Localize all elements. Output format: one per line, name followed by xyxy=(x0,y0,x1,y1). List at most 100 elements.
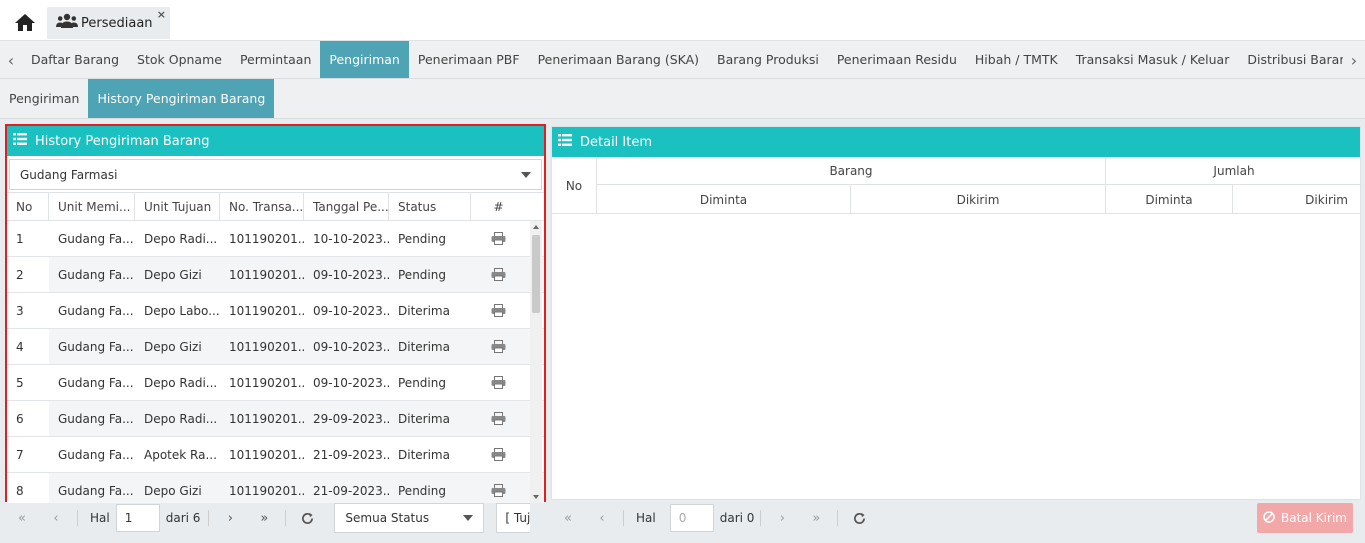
table-row[interactable]: 8 Gudang Fa... Depo Gizi 101190201... 21-09-… xyxy=(7,473,544,503)
col-no-cell: 1 xyxy=(7,221,49,256)
table-row[interactable]: 7 Gudang Fa... Apotek Ra... 101190201... 21-… xyxy=(7,437,544,473)
col-unit-pemberi-cell: Gudang Fa... xyxy=(58,340,134,354)
tab-barang-produksi[interactable]: Barang Produksi xyxy=(708,41,828,78)
col-no-transaksi-cell: 101190201... xyxy=(229,232,304,246)
hal-label: Hal xyxy=(90,511,110,525)
app-tab-persediaan[interactable]: Persediaan × xyxy=(47,7,170,39)
col-no-cell: 7 xyxy=(7,437,49,472)
col-no-header[interactable]: No xyxy=(7,193,49,220)
last-page-icon[interactable]: » xyxy=(247,503,281,533)
scroll-thumb[interactable] xyxy=(532,235,540,313)
print-icon[interactable] xyxy=(471,473,526,503)
last-page-icon[interactable]: » xyxy=(799,503,833,533)
print-icon[interactable] xyxy=(471,329,526,364)
scroll-up-icon[interactable] xyxy=(533,225,539,229)
close-icon[interactable]: × xyxy=(157,8,166,21)
status-filter-select[interactable]: Semua Status xyxy=(334,503,485,533)
table-row[interactable]: 1 Gudang Fa... Depo Radi... 101190201... 10-… xyxy=(7,221,544,257)
list-icon xyxy=(13,133,27,149)
tab-stok-opname[interactable]: Stok Opname xyxy=(128,41,231,78)
tab-transaksi-masuk-keluar[interactable]: Transaksi Masuk / Keluar xyxy=(1067,41,1239,78)
col-unit-tujuan-cell: Depo Labo... xyxy=(144,304,220,318)
print-icon[interactable] xyxy=(471,293,526,328)
module-tabs: Daftar Barang Stok Opname Permintaan Pengir… xyxy=(22,41,1365,78)
tab-daftar-barang[interactable]: Daftar Barang xyxy=(22,41,128,78)
print-icon[interactable] xyxy=(471,257,526,292)
table-row[interactable]: 3 Gudang Fa... Depo Labo... 101190201... 09-… xyxy=(7,293,544,329)
detail-panel-header: Detail Item xyxy=(552,127,1360,157)
page-count: dari 6 xyxy=(165,511,201,525)
col-tanggal-header[interactable]: Tanggal Pe... xyxy=(304,193,389,220)
refresh-icon[interactable] xyxy=(842,503,876,533)
col-status-cell: Diterima xyxy=(398,412,450,426)
prev-page-icon[interactable]: ‹ xyxy=(585,503,619,533)
batal-kirim-button[interactable]: Batal Kirim xyxy=(1257,503,1353,533)
detail-pager: « ‹ Hal 0 dari 0 › » Batal Kirim xyxy=(551,501,1361,535)
vertical-scrollbar[interactable] xyxy=(530,221,542,503)
table-row[interactable]: 4 Gudang Fa... Depo Gizi 101190201... 09-10-… xyxy=(7,329,544,365)
col-status-cell: Pending xyxy=(398,268,446,282)
tab-penerimaan-pbf[interactable]: Penerimaan PBF xyxy=(409,41,529,78)
page-input[interactable]: 0 xyxy=(669,504,714,532)
tab-penerimaan-barang-ska[interactable]: Penerimaan Barang (SKA) xyxy=(529,41,708,78)
col-jumlah-dikirim: Dikirim xyxy=(1305,192,1348,207)
print-icon[interactable] xyxy=(471,401,526,436)
subtab-history-pengiriman-barang[interactable]: History Pengiriman Barang xyxy=(88,79,275,118)
print-icon[interactable] xyxy=(471,437,526,472)
col-unit-tujuan-cell: Depo Radi... xyxy=(144,412,218,426)
tab-penerimaan-residu[interactable]: Penerimaan Residu xyxy=(828,41,966,78)
first-page-icon[interactable]: « xyxy=(551,503,585,533)
col-status-cell: Diterima xyxy=(398,340,450,354)
col-group-barang: Barang xyxy=(597,157,1106,185)
home-icon[interactable] xyxy=(12,11,38,33)
warehouse-select[interactable]: Gudang Farmasi xyxy=(9,159,542,190)
col-unit-pemberi-header[interactable]: Unit Memi... xyxy=(49,193,135,220)
list-icon xyxy=(558,134,572,150)
page-input[interactable]: 1 xyxy=(115,504,160,532)
tab-permintaan[interactable]: Permintaan xyxy=(231,41,320,78)
col-unit-pemberi-cell: Gudang Fa... xyxy=(58,376,134,390)
col-no: No xyxy=(552,157,597,214)
table-row[interactable]: 6 Gudang Fa... Depo Radi... 101190201... 29-… xyxy=(7,401,544,437)
divider xyxy=(77,510,78,526)
col-no-transaksi-header[interactable]: No. Transa... xyxy=(220,193,304,220)
refresh-icon[interactable] xyxy=(290,503,324,533)
col-tanggal-cell: 09-10-2023... xyxy=(313,304,389,318)
col-no-cell: 6 xyxy=(7,401,49,436)
history-panel: History Pengiriman Barang Gudang Farmasi… xyxy=(5,124,546,503)
col-status-cell: Pending xyxy=(398,484,446,498)
col-unit-tujuan-cell: Depo Radi... xyxy=(144,376,218,390)
tab-hibah-tmtk[interactable]: Hibah / TMTK xyxy=(966,41,1067,78)
col-no-transaksi-cell: 101190201... xyxy=(229,376,304,390)
next-page-icon[interactable]: › xyxy=(213,503,247,533)
divider xyxy=(208,510,210,526)
hal-label: Hal xyxy=(636,511,656,525)
subtab-pengiriman[interactable]: Pengiriman xyxy=(0,79,88,118)
warehouse-select-value: Gudang Farmasi xyxy=(20,167,118,182)
col-tanggal-cell: 09-10-2023... xyxy=(313,340,389,354)
print-icon[interactable] xyxy=(471,365,526,400)
col-unit-tujuan-header[interactable]: Unit Tujuan xyxy=(135,193,220,220)
col-tanggal-cell: 21-09-2023... xyxy=(313,484,389,498)
divider xyxy=(760,510,762,526)
col-tanggal-cell: 09-10-2023... xyxy=(313,376,389,390)
print-icon[interactable] xyxy=(471,221,526,256)
chevron-right-icon[interactable]: › xyxy=(1343,41,1365,78)
col-no-transaksi-cell: 101190201... xyxy=(229,412,304,426)
table-row[interactable]: 2 Gudang Fa... Depo Gizi 101190201... 09-10-… xyxy=(7,257,544,293)
history-panel-title: History Pengiriman Barang xyxy=(35,133,210,149)
first-page-icon[interactable]: « xyxy=(5,503,39,533)
tujuan-filter-select[interactable]: [ Tuj xyxy=(496,503,531,533)
col-barang-dikirim: Dikirim xyxy=(851,185,1106,214)
tab-pengiriman[interactable]: Pengiriman xyxy=(320,41,409,78)
col-action-header[interactable]: # xyxy=(471,193,526,220)
col-status-header[interactable]: Status xyxy=(389,193,471,220)
table-row[interactable]: 5 Gudang Fa... Depo Radi... 101190201... 09-… xyxy=(7,365,544,401)
next-page-icon[interactable]: › xyxy=(765,503,799,533)
col-status-cell: Diterima xyxy=(398,448,450,462)
prev-page-icon[interactable]: ‹ xyxy=(39,503,73,533)
scroll-down-icon[interactable] xyxy=(533,495,539,499)
history-table-header: No Unit Memi... Unit Tujuan No. Transa... Ta… xyxy=(7,192,544,221)
chevron-left-icon[interactable]: ‹ xyxy=(0,41,22,78)
col-no-cell: 2 xyxy=(7,257,49,292)
